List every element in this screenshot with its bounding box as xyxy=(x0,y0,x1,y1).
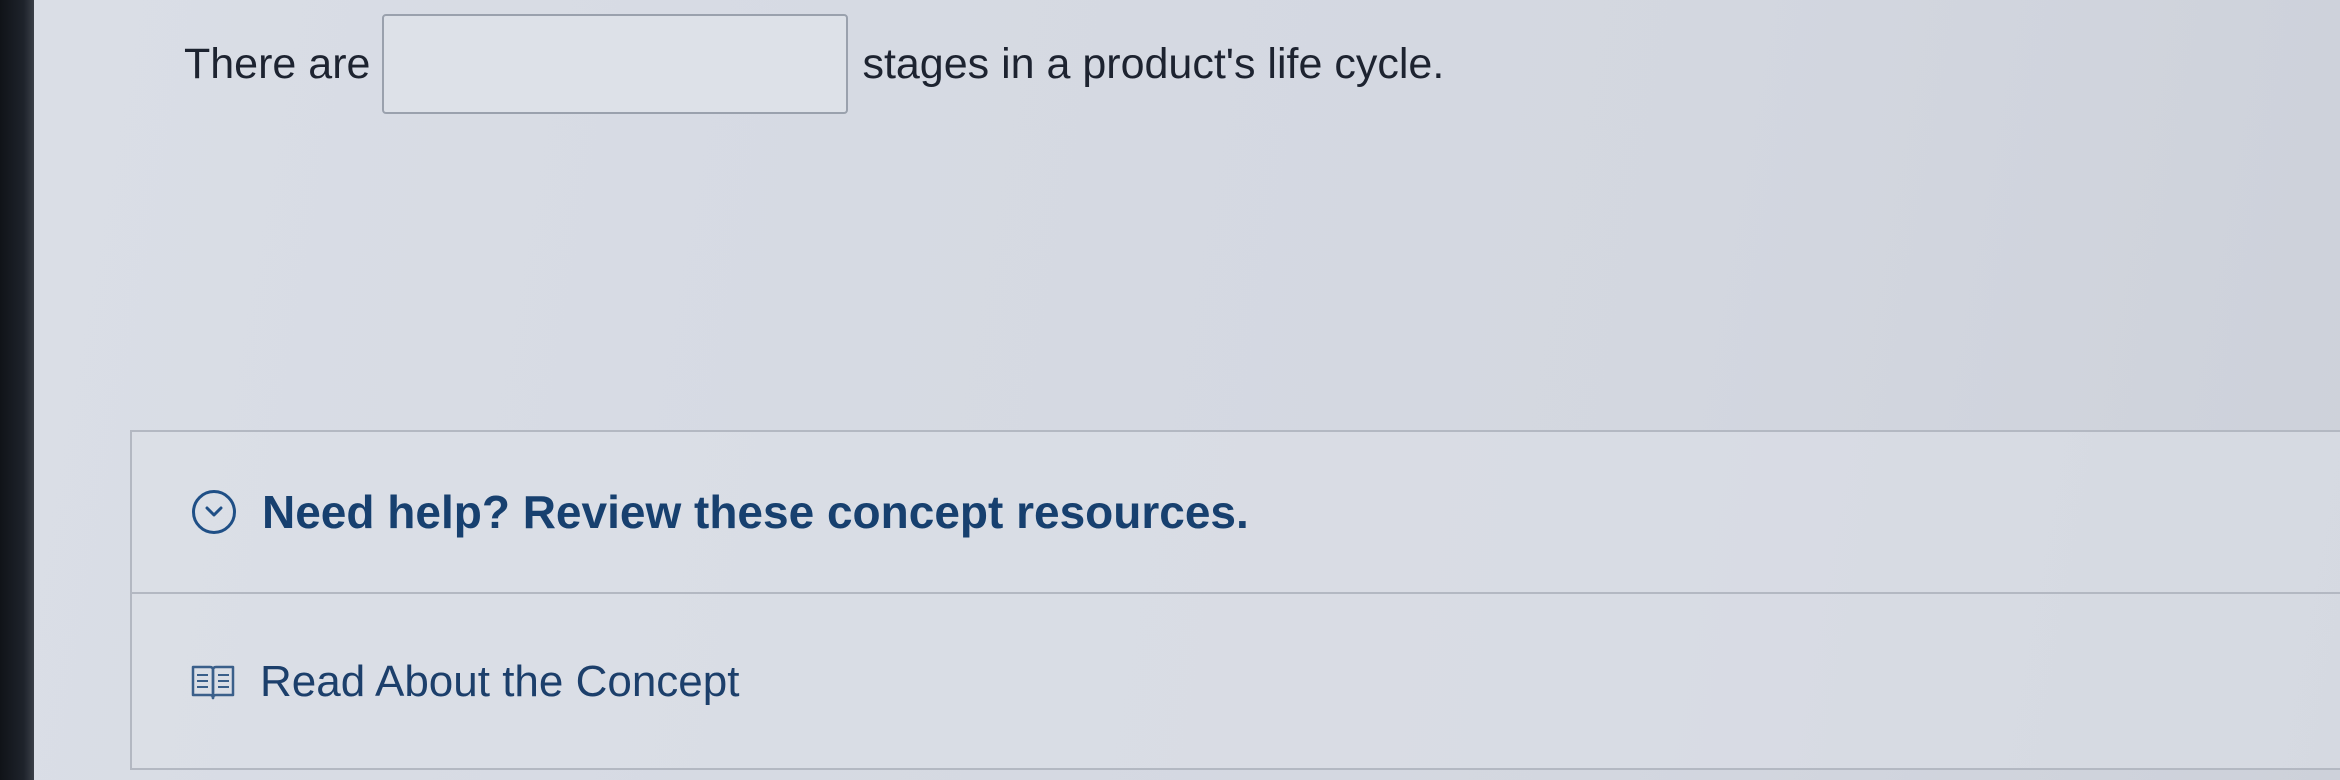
question-suffix: stages in a product's life cycle. xyxy=(862,39,1445,88)
page: There are stages in a product's life cyc… xyxy=(34,0,2340,780)
fill-in-question: There are stages in a product's life cyc… xyxy=(184,14,1444,114)
concept-resources-panel: Need help? Review these concept resource… xyxy=(130,430,2340,770)
concept-resources-toggle[interactable]: Need help? Review these concept resource… xyxy=(132,432,2340,594)
question-prefix: There are xyxy=(184,39,371,88)
read-about-concept-link[interactable]: Read About the Concept xyxy=(132,594,2340,770)
book-icon xyxy=(190,662,236,702)
concept-resources-title: Need help? Review these concept resource… xyxy=(262,486,1249,538)
resource-label: Read About the Concept xyxy=(260,657,740,706)
answer-input[interactable] xyxy=(382,14,849,114)
chevron-down-icon[interactable] xyxy=(192,490,236,534)
screen-bezel xyxy=(0,0,34,780)
